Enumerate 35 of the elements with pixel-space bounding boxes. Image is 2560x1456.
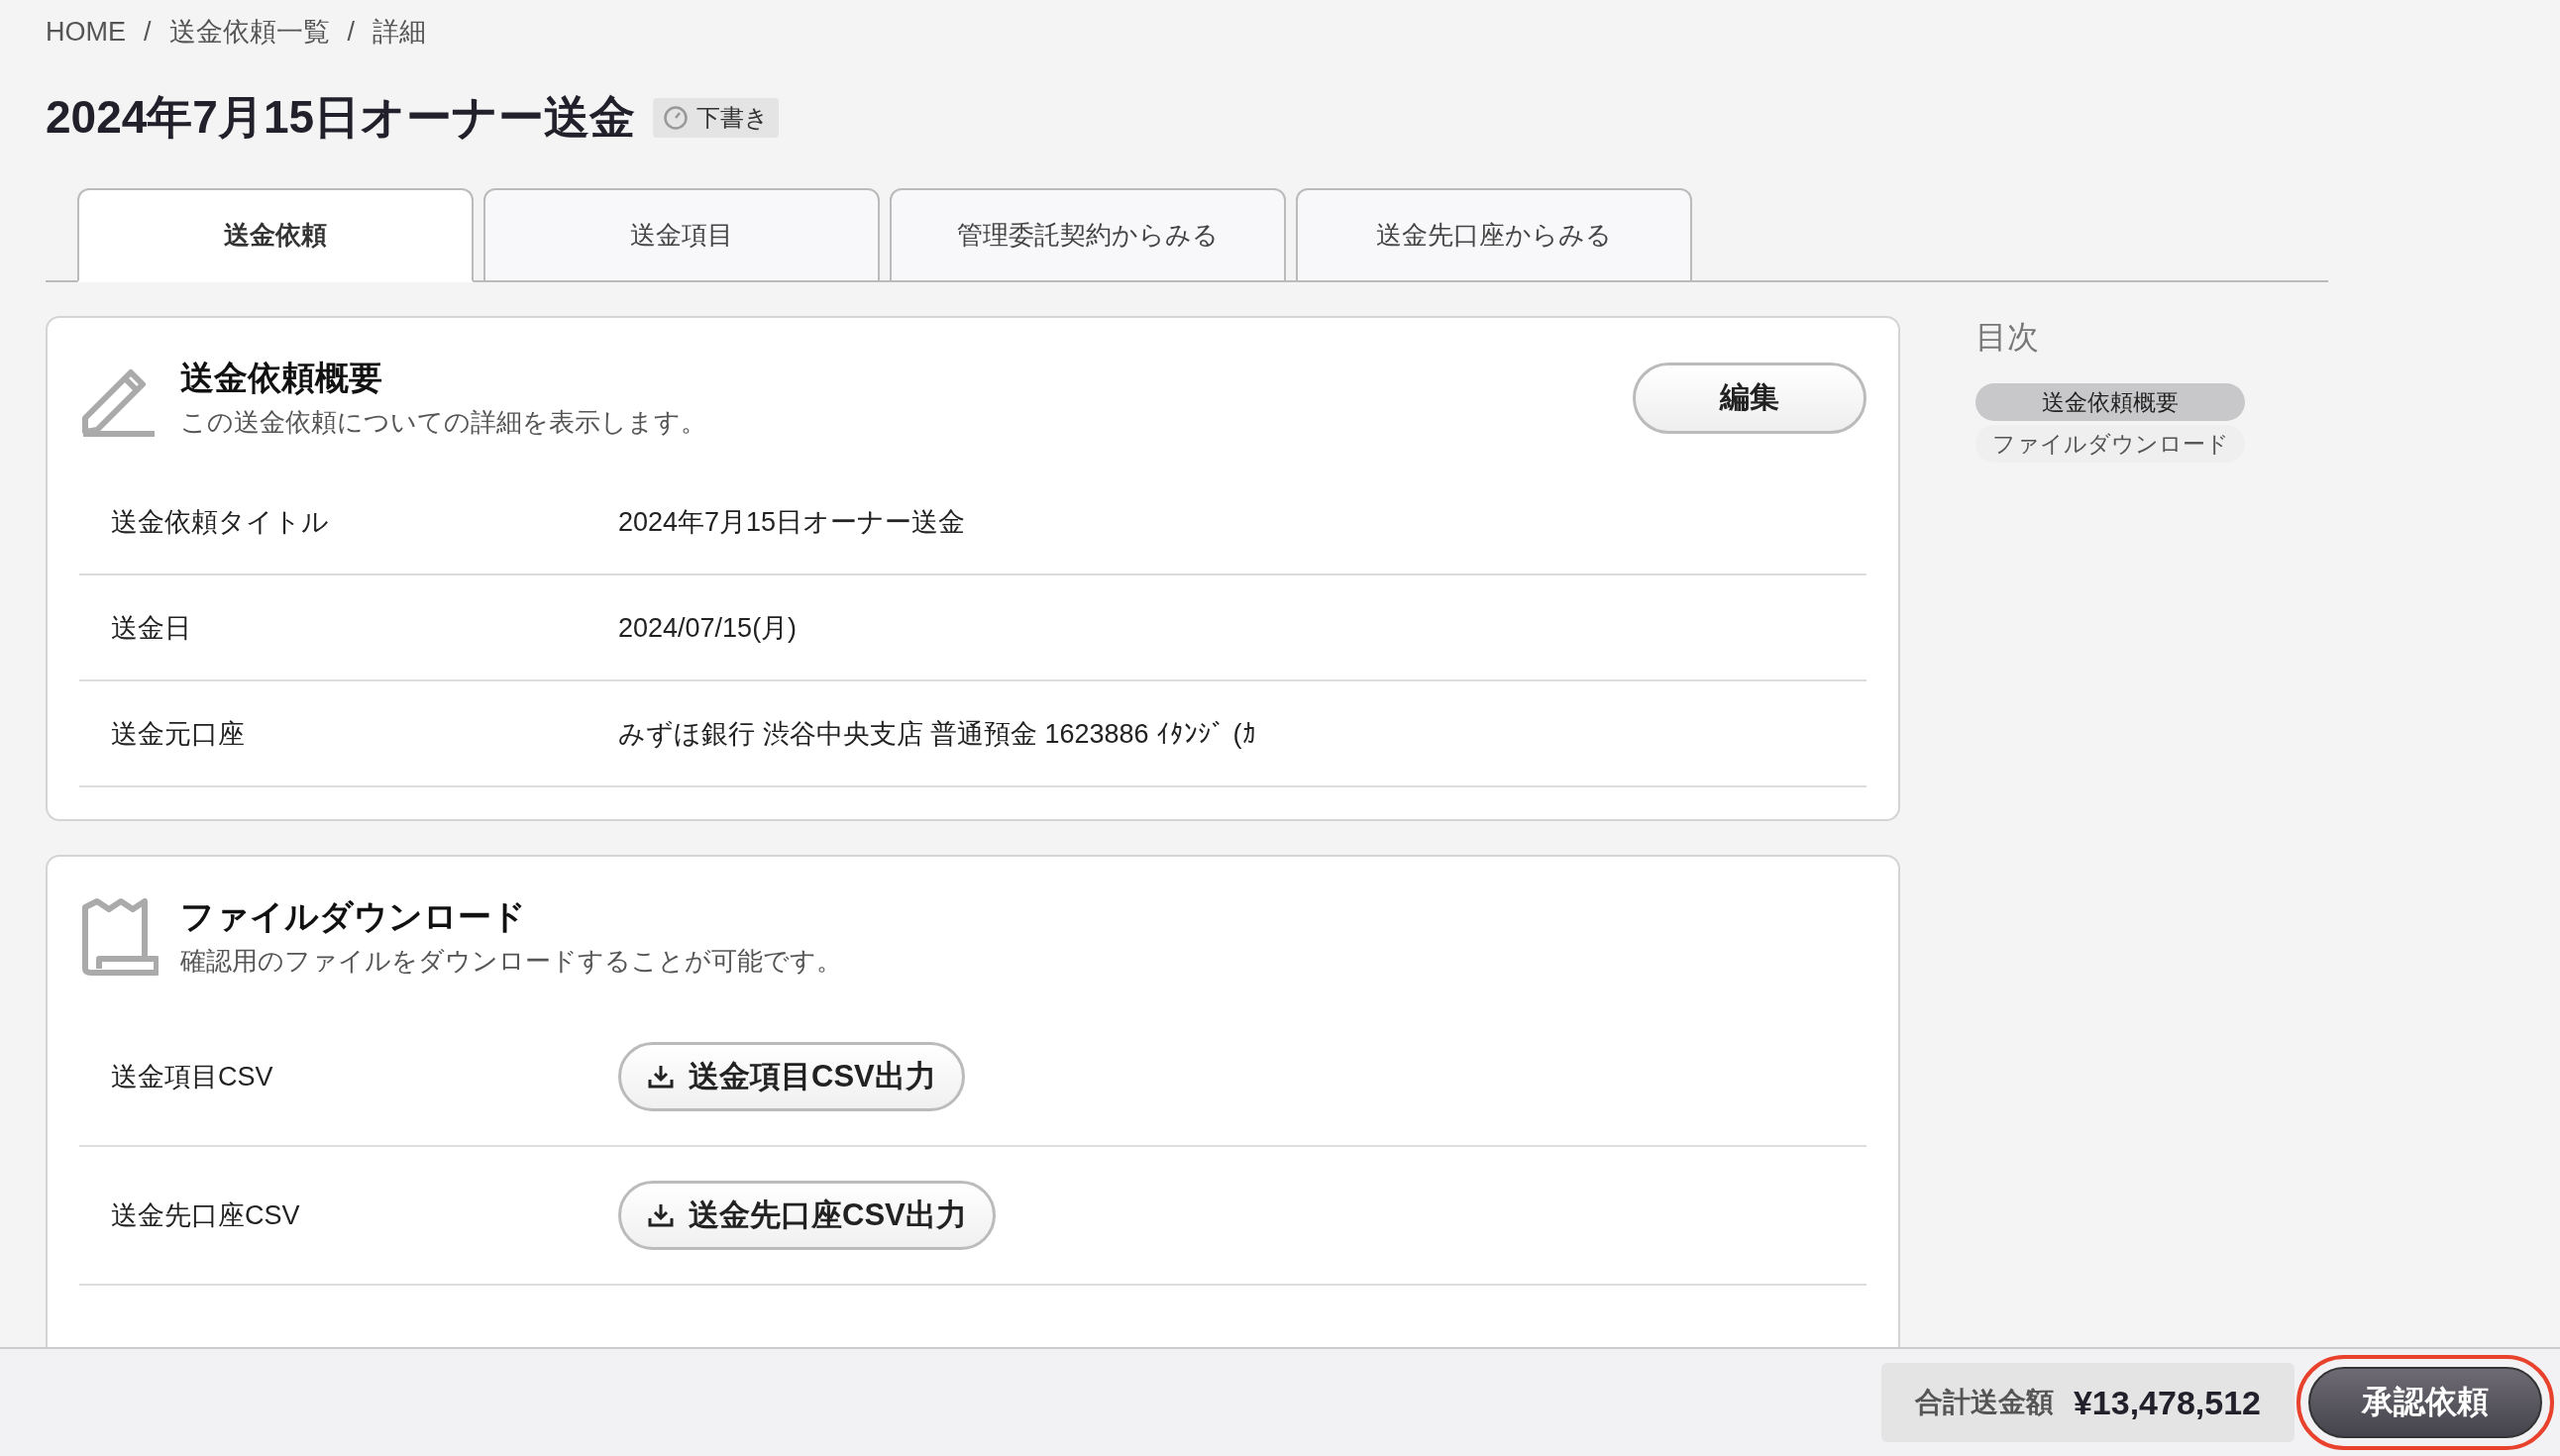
receipt-icon	[79, 896, 159, 977]
download-button[interactable]: 送金項目CSV出力	[618, 1042, 965, 1111]
field-value: みずほ銀行 渋谷中央支店 普通預金 1623886 ｲﾀﾝｼﾞ (ｶ	[618, 717, 1256, 751]
breadcrumb-link[interactable]: 詳細	[373, 14, 427, 50]
field-value: 2024/07/15(月)	[618, 611, 798, 645]
edit-button[interactable]: 編集	[1633, 362, 1867, 434]
download-button[interactable]: 送金先口座CSV出力	[618, 1181, 996, 1250]
section-description: この送金依頼についての詳細を表示します。	[180, 406, 707, 439]
field-label: 送金日	[111, 611, 192, 645]
breadcrumb-link[interactable]: 送金依頼一覧	[168, 14, 330, 50]
download-icon	[647, 1063, 675, 1091]
status-badge: 下書き	[653, 98, 780, 138]
section-title: 送金依頼概要	[180, 358, 383, 398]
page-title: 2024年7月15日オーナー送金	[46, 90, 636, 145]
toc-item[interactable]: 送金依頼概要	[1975, 383, 2245, 421]
field-label: 送金先口座CSV	[111, 1199, 301, 1232]
tab[interactable]: 管理委託契約からみる	[890, 188, 1286, 282]
breadcrumb-separator: /	[144, 16, 152, 48]
tab[interactable]: 送金依頼	[77, 188, 474, 282]
section-description: 確認用のファイルをダウンロードすることが可能です。	[180, 945, 843, 978]
tab[interactable]: 送金先口座からみる	[1296, 188, 1692, 282]
clock-icon	[663, 105, 690, 131]
breadcrumb-separator: /	[347, 16, 356, 48]
total-amount: ¥13,478,512	[2073, 1383, 2261, 1422]
toc-title: 目次	[1975, 318, 2040, 357]
field-value: 2024年7月15日オーナー送金	[618, 505, 966, 539]
total-label: 合計送金額	[1914, 1386, 2054, 1419]
field-label: 送金依頼タイトル	[111, 505, 330, 539]
toc-item[interactable]: ファイルダウンロード	[1975, 425, 2245, 463]
field-label: 送金項目CSV	[111, 1061, 274, 1093]
download-icon	[647, 1201, 675, 1229]
tab[interactable]: 送金項目	[483, 188, 880, 282]
section-title: ファイルダウンロード	[180, 896, 527, 937]
field-label: 送金元口座	[111, 717, 246, 751]
breadcrumb-link[interactable]: HOME	[46, 16, 126, 48]
